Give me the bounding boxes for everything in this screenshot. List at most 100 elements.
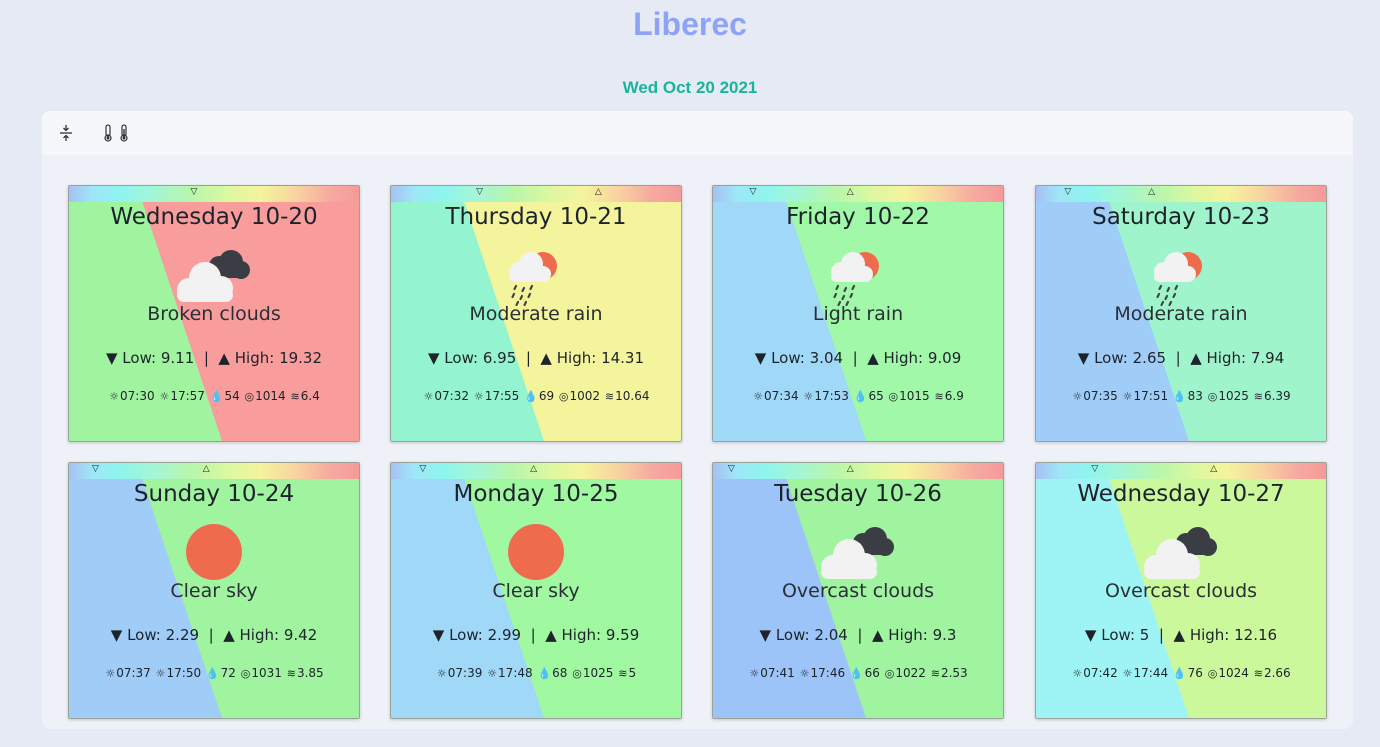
sunset-icon: ☼: [155, 667, 166, 680]
weather-details: ☼07:41 ☼17:46 💧66 ◎1022 ≋2.53: [713, 666, 1003, 680]
low-label: Low:: [771, 349, 805, 367]
pressure-icon: ◎: [1207, 390, 1218, 403]
humidity-value: 76: [1187, 666, 1203, 680]
humidity-icon: 💧: [1172, 390, 1187, 403]
toolbar: [42, 111, 1353, 155]
humidity-value: 72: [220, 666, 236, 680]
low-temp-marker: ▽: [1064, 187, 1072, 197]
sunset-time: 17:50: [166, 666, 202, 680]
forecast-card[interactable]: ▽ △ Friday 10-22 Light rain ▼ Low: 3.04 | ▲ …: [712, 185, 1004, 442]
sunset-icon: ☼: [473, 390, 484, 403]
humidity-icon: 💧: [1172, 667, 1187, 680]
forecast-panel: ▽△Wednesday 10-20Broken clouds▼ Low: 9.1…: [42, 111, 1353, 729]
sunrise-icon: ☼: [105, 667, 116, 680]
low-temp-marker: ▽: [727, 464, 735, 474]
forecast-card[interactable]: ▽ △ Saturday 10-23 Moderate rain ▼ Low: 2.65…: [1035, 185, 1327, 442]
temperature-range-bar: ▽△: [1036, 463, 1326, 479]
temperature-toggle-button[interactable]: [94, 119, 138, 147]
humidity-icon: 💧: [209, 390, 224, 403]
sunrise-time: 07:41: [760, 666, 795, 680]
collapse-button[interactable]: [52, 119, 80, 147]
city-title: Liberec: [633, 6, 747, 42]
sunrise-time: 07:42: [1083, 666, 1118, 680]
low-temp: 9.11: [160, 349, 195, 367]
wind-value: 2.53: [940, 666, 968, 680]
forecast-day: Friday 10-22: [786, 204, 930, 230]
low-temp: 2.65: [1132, 349, 1167, 367]
high-temp: 7.94: [1250, 349, 1285, 367]
wind-icon: ≋: [1253, 667, 1263, 680]
low-arrow-icon: ▼: [1077, 349, 1090, 367]
wind-icon: ≋: [930, 667, 940, 680]
temperature-range: ▼ Low: 9.11 | ▲ High: 19.32: [69, 349, 359, 367]
humidity-icon: 💧: [849, 667, 864, 680]
pressure-value: 1015: [899, 389, 930, 403]
sunrise-icon: ☼: [753, 390, 764, 403]
high-temp: 12.16: [1234, 626, 1278, 644]
forecast-card[interactable]: ▽ △ Wednesday 10-27 Overcast clouds ▼ Low: 5…: [1035, 462, 1327, 719]
sunrise-icon: ☼: [1072, 667, 1083, 680]
weather-details: ☼07:37 ☼17:50 💧72 ◎1031 ≋3.85: [69, 666, 359, 680]
temperature-range-bar: ▽△: [713, 186, 1003, 202]
wind-icon: ≋: [290, 390, 300, 403]
high-temp-marker: △: [530, 464, 538, 474]
temperature-range-bar: ▽△: [1036, 186, 1326, 202]
high-label: High:: [239, 626, 280, 644]
pressure-value: 1025: [582, 666, 614, 680]
sunrise-time: 07:39: [447, 666, 483, 680]
forecast-card[interactable]: ▽ △ Tuesday 10-26 Overcast clouds ▼ Low: 2.0…: [712, 462, 1004, 719]
high-arrow-icon: ▲: [540, 349, 552, 367]
high-label: High:: [561, 626, 602, 644]
low-label: Low:: [1101, 626, 1136, 644]
low-temp-marker: ▽: [190, 187, 198, 197]
pressure-value: 1014: [255, 389, 286, 403]
wind-value: 2.66: [1263, 666, 1291, 680]
low-temp-marker: ▽: [419, 464, 427, 474]
low-label: Low:: [122, 349, 157, 367]
wind-icon: ≋: [934, 390, 944, 403]
low-arrow-icon: ▼: [1084, 626, 1097, 644]
low-label: Low:: [775, 626, 810, 644]
thermometer-icon: [104, 124, 112, 142]
forecast-grid: ▽△Wednesday 10-20Broken clouds▼ Low: 9.1…: [42, 155, 1353, 729]
temp-separator: |: [525, 349, 531, 367]
high-temp-marker: △: [846, 464, 854, 474]
temperature-range-bar: ▽△: [69, 186, 359, 202]
sunset-icon: ☼: [803, 390, 814, 403]
high-temp-marker: △: [846, 187, 854, 197]
sunset-icon: ☼: [1122, 390, 1133, 403]
temperature-range: ▼ Low: 5 | ▲ High: 12.16: [1036, 626, 1326, 644]
weather-description: Moderate rain: [1114, 303, 1248, 325]
forecast-day: Thursday 10-21: [445, 204, 627, 230]
temperature-range: ▼ Low: 2.99 | ▲ High: 9.59: [391, 626, 681, 644]
pressure-icon: ◎: [572, 667, 582, 680]
sun-icon: [186, 524, 242, 580]
humidity-icon: 💧: [853, 390, 868, 403]
sunset-time: 17:48: [498, 666, 533, 680]
pressure-icon: ◎: [884, 667, 895, 680]
low-arrow-icon: ▼: [432, 626, 445, 644]
pressure-value: 1025: [1218, 389, 1249, 403]
humidity-icon: 💧: [524, 390, 538, 403]
wind-value: 3.85: [296, 666, 324, 680]
wind-value: 6.39: [1263, 389, 1291, 403]
weather-description: Clear sky: [492, 580, 580, 602]
pressure-icon: ◎: [244, 390, 255, 403]
sunrise-time: 07:32: [434, 389, 469, 403]
forecast-day: Wednesday 10-20: [110, 204, 318, 230]
forecast-card[interactable]: ▽△ Wednesday 10-20 Broken clouds ▼ Low: 9.1…: [68, 185, 360, 442]
sunset-icon: ☼: [1122, 667, 1133, 680]
high-temp: 9.3: [932, 626, 957, 644]
temperature-range: ▼ Low: 2.04 | ▲ High: 9.3: [713, 626, 1003, 644]
forecast-card[interactable]: ▽ △ Sunday 10-24 Clear sky ▼ Low: 2.29 | ▲ H…: [68, 462, 360, 719]
sunrise-icon: ☼: [109, 390, 120, 403]
sunrise-icon: ☼: [436, 667, 447, 680]
high-temp: 9.59: [605, 626, 640, 644]
pressure-value: 1031: [251, 666, 282, 680]
forecast-card[interactable]: ▽ △ Monday 10-25 Clear sky ▼ Low: 2.99 | ▲ H…: [390, 462, 682, 719]
low-temp: 3.04: [809, 349, 844, 367]
wind-icon: ≋: [618, 667, 628, 680]
forecast-card[interactable]: ▽ △ Thursday 10-21 Moderate rain ▼ Low: 6.95…: [390, 185, 682, 442]
humidity-value: 54: [224, 389, 240, 403]
weather-description: Moderate rain: [469, 303, 603, 325]
